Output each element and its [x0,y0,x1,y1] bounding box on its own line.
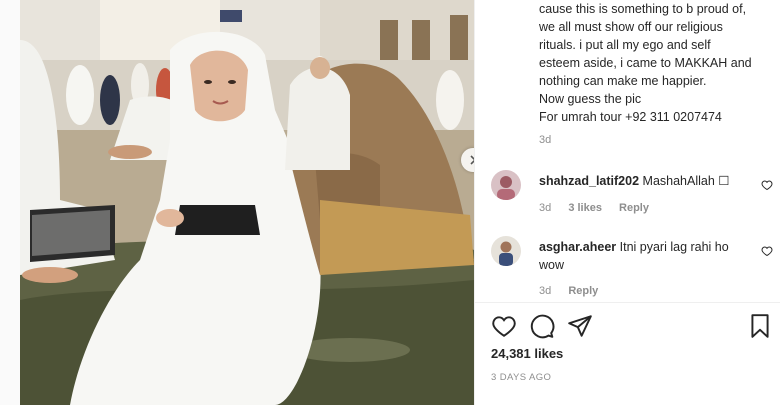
heart-icon[interactable] [761,179,773,191]
post-caption: cause this is something to b proud of, w… [539,2,752,124]
divider [475,302,780,303]
post-photo[interactable] [20,0,474,405]
heart-icon[interactable] [491,313,517,339]
heart-icon[interactable] [761,245,773,257]
comment-username[interactable]: asghar.aheer [539,240,616,254]
action-bar [491,313,773,341]
avatar[interactable] [491,170,521,200]
comment-likes[interactable]: 3 likes [568,202,602,214]
reply-button[interactable]: Reply [619,202,649,214]
instagram-post-view: cause this is something to b proud of, w… [0,0,780,405]
post-details-panel: cause this is something to b proud of, w… [474,0,780,405]
post-date[interactable]: 3 DAYS AGO [491,372,551,383]
comment-time[interactable]: 3d [539,285,551,297]
comment-text: shahzad_latif202 MashahAllah ☐ [539,172,744,190]
comment-meta: 3d 3 likes Reply [539,202,663,214]
share-icon[interactable] [567,313,593,339]
avatar-image [491,236,521,266]
comment-item: shahzad_latif202 MashahAllah ☐ 3d 3 like… [491,170,780,220]
comment-icon[interactable] [529,313,555,339]
avatar[interactable] [491,236,521,266]
comment-meta: 3d Reply [539,285,612,297]
comment-text: asghar.aheer Itni pyari lag rahi ho wow [539,238,744,274]
likes-count[interactable]: 24,381 likes [491,346,563,361]
avatar-image [491,170,521,200]
reply-button[interactable]: Reply [568,285,598,297]
photo-illustration [20,0,474,405]
bookmark-icon[interactable] [747,313,773,339]
caption-timestamp[interactable]: 3d [539,134,551,146]
comment-body: MashahAllah ☐ [642,174,730,188]
comment-username[interactable]: shahzad_latif202 [539,174,639,188]
comment-time[interactable]: 3d [539,202,551,214]
comment-item: asghar.aheer Itni pyari lag rahi ho wow … [491,236,780,300]
